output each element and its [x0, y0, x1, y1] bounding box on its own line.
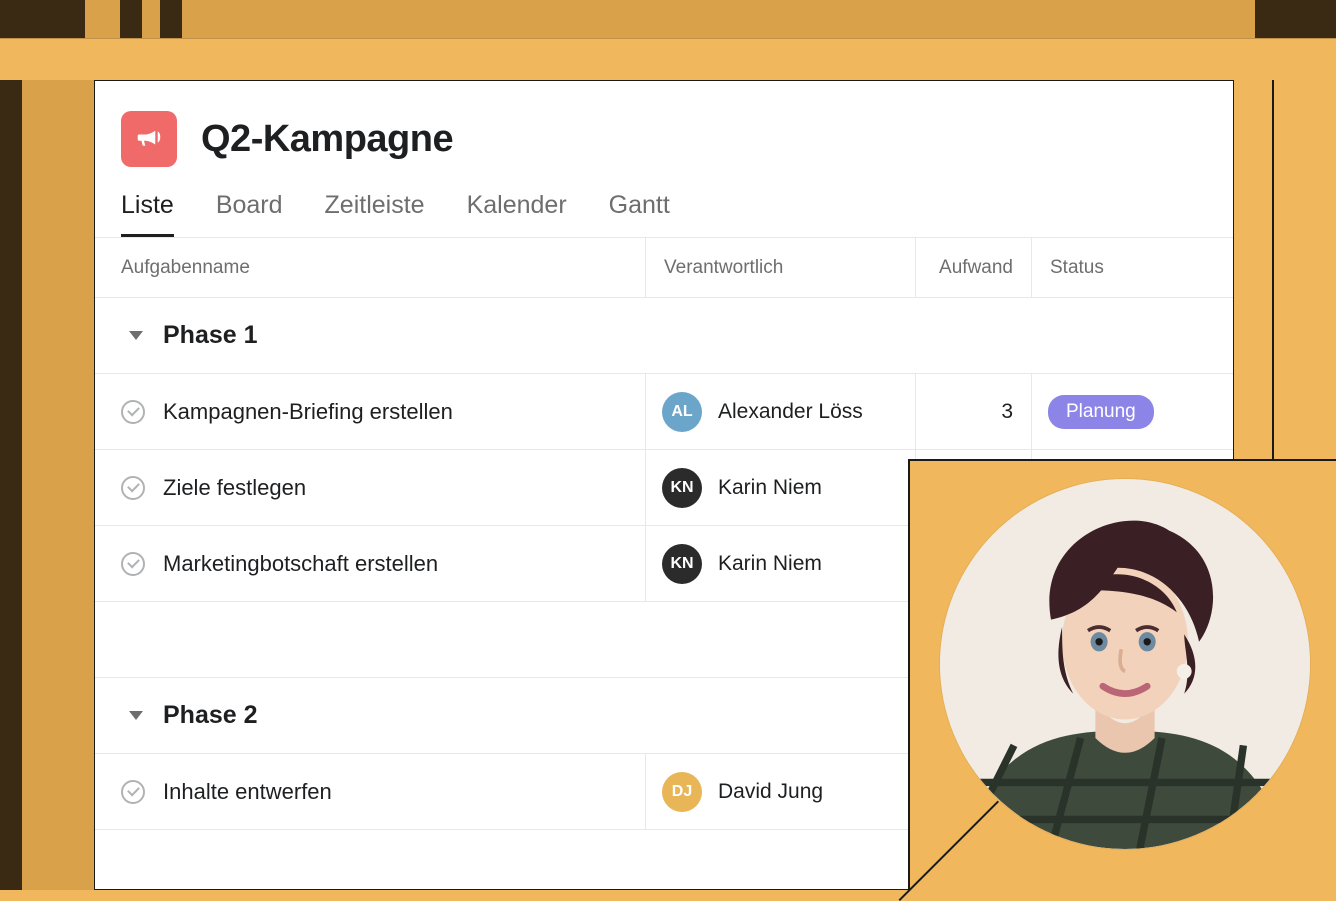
avatar[interactable]: KN [662, 468, 702, 508]
view-tabs: Liste Board Zeitleiste Kalender Gantt [95, 185, 1233, 238]
check-circle-icon[interactable] [121, 476, 145, 500]
decor-right-line [1272, 80, 1274, 460]
tab-gantt[interactable]: Gantt [609, 185, 670, 237]
owner-name: Karin Niem [718, 476, 822, 500]
task-row[interactable]: Kampagnen-Briefing erstellen AL Alexande… [95, 374, 1233, 450]
decor-top-strip [0, 38, 1336, 80]
owner-name: David Jung [718, 780, 823, 804]
tab-kalender[interactable]: Kalender [467, 185, 567, 237]
owner-name: Karin Niem [718, 552, 822, 576]
task-name: Marketingbotschaft erstellen [163, 551, 438, 577]
project-header: Q2-Kampagne [95, 81, 1233, 185]
decor-left-mid [22, 80, 94, 890]
avatar[interactable]: DJ [662, 772, 702, 812]
user-portrait [940, 479, 1310, 849]
section-phase-1[interactable]: Phase 1 [95, 298, 1233, 374]
column-header-status[interactable]: Status [1031, 238, 1233, 297]
check-circle-icon[interactable] [121, 552, 145, 576]
check-circle-icon[interactable] [121, 780, 145, 804]
chevron-down-icon [129, 711, 143, 720]
task-name: Kampagnen-Briefing erstellen [163, 399, 453, 425]
megaphone-icon [134, 122, 164, 157]
decor-left-dark [0, 80, 22, 890]
task-name: Ziele festlegen [163, 475, 306, 501]
tab-board[interactable]: Board [216, 185, 283, 237]
column-header-effort[interactable]: Aufwand [915, 238, 1031, 297]
decor-diagonal [910, 811, 990, 891]
task-name: Inhalte entwerfen [163, 779, 332, 805]
effort-value[interactable]: 3 [915, 374, 1031, 449]
column-header-owner[interactable]: Verantwortlich [645, 238, 915, 297]
portrait-overlay [908, 459, 1336, 891]
project-title: Q2-Kampagne [201, 118, 453, 161]
decor-notch-1 [120, 0, 142, 38]
check-circle-icon[interactable] [121, 400, 145, 424]
decor-top-cream [85, 0, 1255, 38]
tab-liste[interactable]: Liste [121, 185, 174, 237]
tab-zeitleiste[interactable]: Zeitleiste [325, 185, 425, 237]
column-header-row: Aufgabenname Verantwortlich Aufwand Stat… [95, 238, 1233, 298]
column-header-task[interactable]: Aufgabenname [95, 238, 645, 297]
project-icon[interactable] [121, 111, 177, 167]
section-title: Phase 2 [163, 701, 258, 730]
status-badge[interactable]: Planung [1048, 395, 1154, 429]
avatar[interactable]: AL [662, 392, 702, 432]
decor-notch-2 [160, 0, 182, 38]
avatar[interactable]: KN [662, 544, 702, 584]
owner-name: Alexander Löss [718, 400, 863, 424]
chevron-down-icon [129, 331, 143, 340]
section-title: Phase 1 [163, 321, 258, 350]
